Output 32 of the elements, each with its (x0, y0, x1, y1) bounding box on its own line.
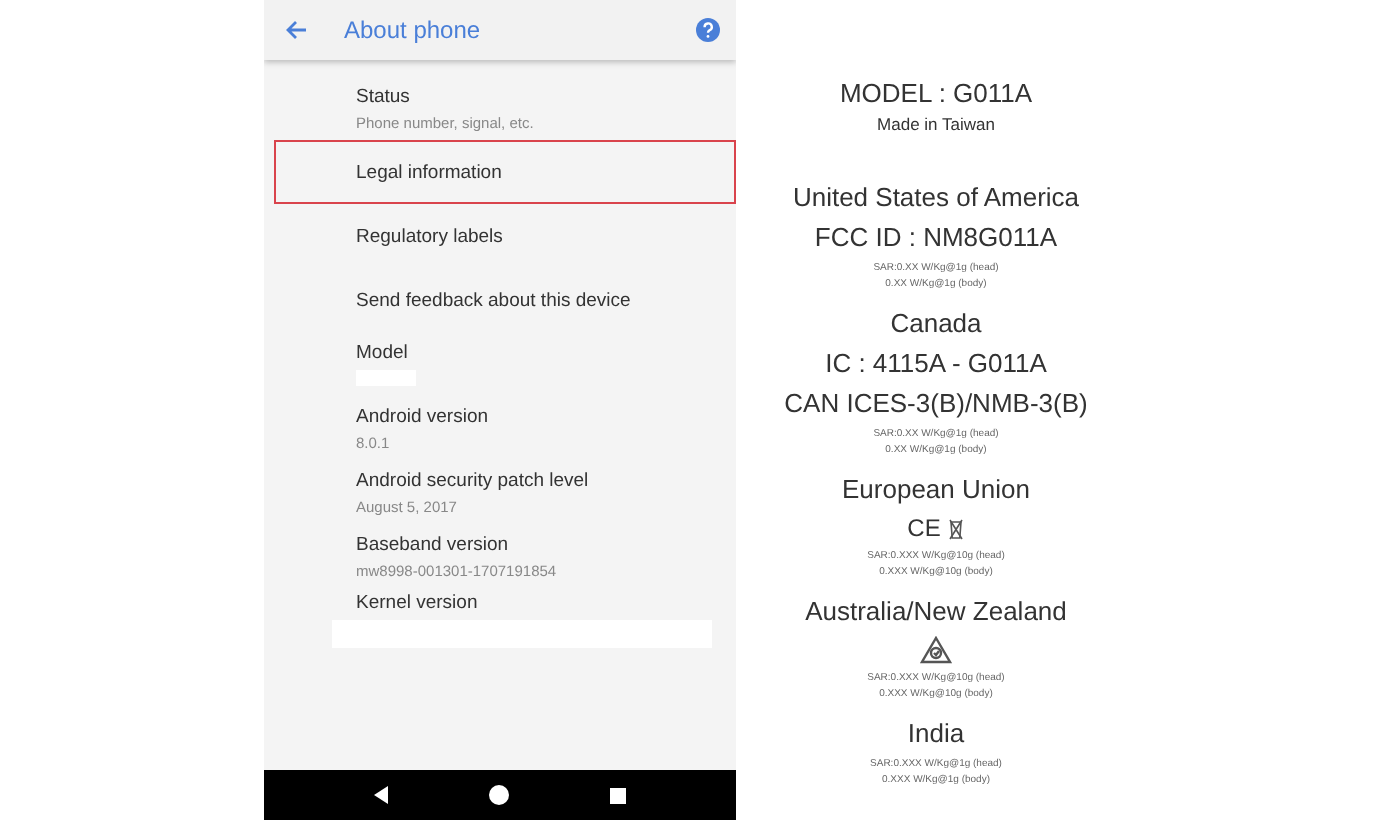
item-title: Regulatory labels (356, 225, 505, 247)
settings-item[interactable]: Model (274, 332, 736, 396)
model-text: MODEL : G011A (839, 76, 1033, 112)
item-title: Status (356, 85, 412, 107)
certification-id: CAN ICES-3(B)/NMB-3(B) (784, 386, 1088, 422)
settings-item[interactable]: Legal information (274, 140, 736, 204)
item-title: Android security patch level (356, 469, 591, 491)
recents-icon[interactable] (610, 787, 627, 803)
ce-mark: CE (907, 514, 941, 542)
item-title: Model (356, 342, 410, 364)
item-title: Baseband version (356, 533, 511, 555)
region-name: European Union (842, 472, 1030, 508)
settings-item[interactable]: Kernel version (274, 588, 736, 652)
home-icon[interactable] (488, 784, 511, 806)
origin-text: Made in Taiwan (877, 114, 995, 134)
certification-id: FCC ID : NM8G011A (814, 220, 1058, 256)
crossed-bin-icon (948, 517, 965, 539)
certification-id: IC : 4115A - G011A (825, 346, 1047, 382)
item-title: Android version (356, 405, 491, 427)
help-icon[interactable] (696, 18, 720, 42)
region-name: United States of America (792, 180, 1080, 216)
region-name: Canada (890, 306, 982, 342)
back-icon[interactable] (373, 786, 390, 804)
region-name: India (907, 716, 965, 752)
item-title: Kernel version (356, 592, 480, 614)
settings-item[interactable]: Regulatory labels (274, 204, 736, 268)
screen-title: About phone (344, 16, 483, 44)
region-name: Australia/New Zealand (805, 594, 1067, 630)
triangle-tick-icon (919, 636, 952, 664)
item-title: Send feedback about this device (356, 289, 633, 311)
settings-item[interactable]: Send feedback about this device (274, 268, 736, 332)
item-title: Legal information (356, 161, 504, 183)
